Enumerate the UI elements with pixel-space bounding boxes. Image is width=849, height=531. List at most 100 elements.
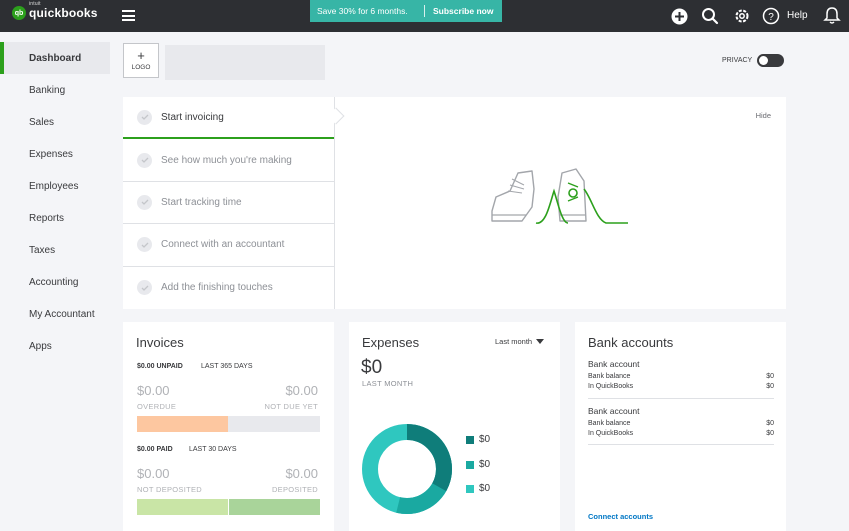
sidebar-item-sales[interactable]: Sales <box>0 106 110 138</box>
sidebar-item-taxes[interactable]: Taxes <box>0 234 110 266</box>
step-label: Start invoicing <box>161 111 224 123</box>
step-finishing-touches[interactable]: Add the finishing touches <box>123 267 334 309</box>
logo-intuit-text: intuit <box>29 1 41 7</box>
deposited-value: $0.00 <box>285 466 318 481</box>
paid-period: LAST 30 DAYS <box>189 446 237 453</box>
caret-down-icon <box>536 338 545 344</box>
bank-balance-value: $0 <box>766 373 774 380</box>
company-name-placeholder[interactable] <box>165 45 325 80</box>
quickbooks-logo[interactable]: qb intuit quickbooks <box>12 1 98 20</box>
check-icon <box>137 194 152 210</box>
bank-divider <box>588 398 774 399</box>
hamburger-menu-icon[interactable] <box>122 10 135 21</box>
bank-balance-value: $0 <box>766 420 774 427</box>
sidebar-item-reports[interactable]: Reports <box>0 202 110 234</box>
bank-account-row[interactable]: Bank account Bank balance $0 In QuickBook… <box>588 359 774 391</box>
step-label: Connect with an accountant <box>161 239 285 251</box>
help-icon[interactable]: ? <box>762 7 780 25</box>
plus-icon: + <box>137 48 145 63</box>
promo-divider <box>424 5 425 17</box>
check-icon <box>137 109 152 125</box>
not-due-bar[interactable] <box>228 416 320 432</box>
paid-amount: $0.00 PAID <box>137 446 173 453</box>
expenses-card: Expenses Last month $0 LAST MONTH $0 $0 … <box>349 322 560 531</box>
plus-circle-icon[interactable] <box>670 7 688 25</box>
promo-text: Save 30% for 6 months. <box>317 6 408 16</box>
sidebar-item-employees[interactable]: Employees <box>0 170 110 202</box>
overdue-bar[interactable] <box>137 416 228 432</box>
connect-accounts-link[interactable]: Connect accounts <box>588 512 653 521</box>
hide-link[interactable]: Hide <box>756 111 771 120</box>
qb-balance-label: In QuickBooks <box>588 429 634 437</box>
subscribe-now-link[interactable]: Subscribe now <box>425 6 493 16</box>
expenses-title[interactable]: Expenses <box>362 335 419 350</box>
sidebar-item-banking[interactable]: Banking <box>0 74 110 106</box>
qb-balance-value: $0 <box>766 429 774 437</box>
legend-value: $0 <box>479 434 491 445</box>
bell-icon[interactable] <box>823 6 841 24</box>
deposited-label: DEPOSITED <box>271 485 318 494</box>
invoices-card: Invoices $0.00 UNPAID LAST 365 DAYS $0.0… <box>123 322 334 531</box>
not-deposited-label: NOT DEPOSITED <box>137 485 203 494</box>
shoes-illustration <box>488 167 633 234</box>
sidebar-item-my-accountant[interactable]: My Accountant <box>0 298 110 330</box>
period-dropdown[interactable]: Last month <box>495 337 545 346</box>
privacy-label: PRIVACY <box>722 57 753 64</box>
step-start-invoicing[interactable]: Start invoicing <box>123 97 334 140</box>
expenses-total: $0 <box>361 357 383 378</box>
step-label: Start tracking time <box>161 196 242 208</box>
unpaid-period: LAST 365 DAYS <box>201 363 253 370</box>
qb-balance-label: In QuickBooks <box>588 382 634 390</box>
expenses-donut-chart[interactable] <box>361 423 453 515</box>
step-see-how-much[interactable]: See how much you're making <box>123 139 334 182</box>
legend-item-1[interactable]: $0 <box>466 434 490 445</box>
not-due-label: NOT DUE YET <box>264 402 318 411</box>
toggle-knob <box>759 56 769 65</box>
sidebar: Dashboard Banking Sales Expenses Employe… <box>0 42 110 362</box>
expenses-total-label: LAST MONTH <box>362 379 414 388</box>
sidebar-item-apps[interactable]: Apps <box>0 330 110 362</box>
bank-accounts-title[interactable]: Bank accounts <box>588 335 673 350</box>
not-due-value: $0.00 <box>285 383 318 398</box>
gear-icon[interactable] <box>733 7 751 25</box>
bank-account-row[interactable]: Bank account Bank balance $0 In QuickBook… <box>588 406 774 438</box>
sidebar-item-dashboard[interactable]: Dashboard <box>0 42 110 74</box>
privacy-control: PRIVACY <box>722 54 785 67</box>
deposited-bar[interactable] <box>229 499 320 515</box>
check-icon <box>137 152 152 168</box>
privacy-toggle[interactable] <box>757 54 785 67</box>
sidebar-item-accounting[interactable]: Accounting <box>0 266 110 298</box>
bank-account-name: Bank account <box>588 359 640 369</box>
search-icon[interactable] <box>701 7 719 25</box>
check-icon <box>137 280 152 296</box>
logo-label: LOGO <box>131 64 151 71</box>
not-deposited-value: $0.00 <box>137 466 170 481</box>
logo-wordmark: quickbooks <box>29 6 98 20</box>
step-label: Add the finishing touches <box>161 282 273 294</box>
bank-divider <box>588 444 774 445</box>
legend-value: $0 <box>479 483 491 494</box>
legend-item-2[interactable]: $0 <box>466 459 490 470</box>
step-start-tracking-time[interactable]: Start tracking time <box>123 182 334 225</box>
invoices-title[interactable]: Invoices <box>136 335 184 350</box>
promo-banner: Save 30% for 6 months. Subscribe now <box>310 0 502 22</box>
svg-text:?: ? <box>768 12 774 23</box>
setup-card: Start invoicing See how much you're maki… <box>123 97 786 309</box>
legend-value: $0 <box>479 459 491 470</box>
bank-accounts-card: Bank accounts Bank account Bank balance $… <box>575 322 786 531</box>
help-label[interactable]: Help <box>787 10 808 21</box>
qb-logo-icon: qb <box>12 6 26 20</box>
overdue-label: OVERDUE <box>137 402 177 411</box>
legend-item-3[interactable]: $0 <box>466 483 490 494</box>
step-label: See how much you're making <box>161 154 292 166</box>
bank-account-name: Bank account <box>588 406 640 416</box>
add-logo-button[interactable]: + LOGO <box>123 43 159 78</box>
not-deposited-bar[interactable] <box>137 499 228 515</box>
setup-steps: Start invoicing See how much you're maki… <box>123 97 335 309</box>
logo-text: intuit quickbooks <box>29 1 98 20</box>
check-icon <box>137 237 152 253</box>
sidebar-item-expenses[interactable]: Expenses <box>0 138 110 170</box>
bank-balance-label: Bank balance <box>588 373 631 380</box>
bank-balance-label: Bank balance <box>588 420 631 427</box>
step-connect-accountant[interactable]: Connect with an accountant <box>123 224 334 267</box>
